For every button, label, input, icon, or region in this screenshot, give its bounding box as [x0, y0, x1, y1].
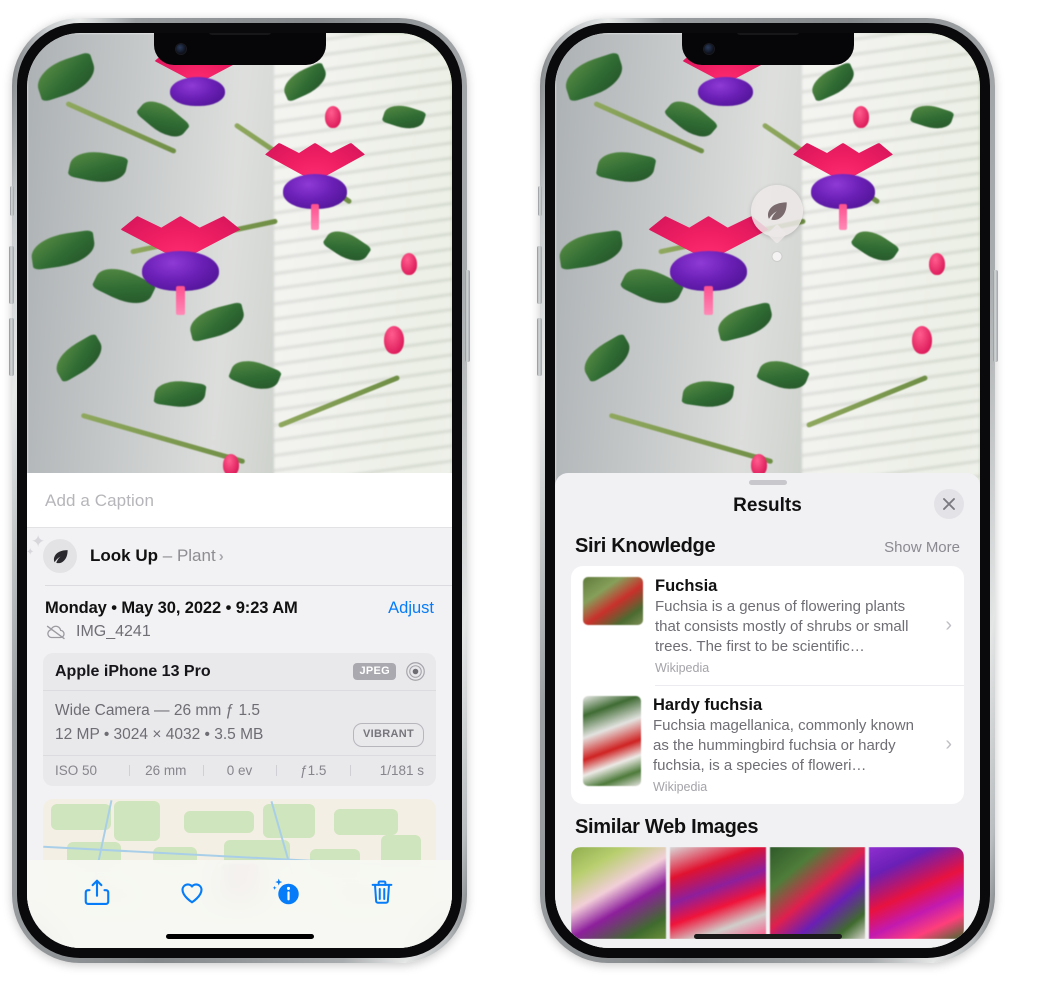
file-name: IMG_4241	[76, 623, 151, 640]
close-icon	[943, 498, 955, 510]
earpiece-speaker	[208, 33, 271, 35]
info-sparkle-icon	[272, 878, 299, 905]
power-button[interactable]	[465, 270, 470, 362]
exif-stats: ISO 50 26 mm 0 ev ƒ1.5 1/181 s	[43, 756, 436, 786]
knowledge-description: Fuchsia magellanica, commonly known as t…	[653, 716, 914, 774]
exif-stat-focal: 26 mm	[128, 763, 203, 778]
format-badge: JPEG	[353, 663, 396, 680]
results-title: Results	[733, 495, 802, 516]
share-icon	[84, 879, 109, 905]
look-up-subject: Plant	[176, 546, 216, 565]
photo-info-sheet: Add a Caption ✦ ✦ Look Up – Plant › Mond…	[27, 473, 452, 948]
similar-web-image-1[interactable]	[571, 846, 667, 939]
home-indicator[interactable]	[165, 934, 314, 939]
heart-icon	[181, 883, 203, 904]
home-indicator-right[interactable]	[693, 934, 842, 939]
similar-web-image-3[interactable]	[769, 846, 865, 939]
trash-icon	[372, 880, 393, 904]
knowledge-source: Wikipedia	[653, 779, 708, 794]
exif-stat-aperture: ƒ1.5	[276, 763, 350, 778]
left-phone-bezel: Add a Caption ✦ ✦ Look Up – Plant › Mond…	[17, 23, 462, 958]
knowledge-source: Wikipedia	[655, 660, 710, 675]
badge-anchor-dot	[772, 252, 782, 261]
leaf-icon: ✦ ✦	[27, 533, 77, 573]
notch	[153, 33, 326, 65]
caption-field-row[interactable]: Add a Caption	[27, 473, 452, 528]
exif-stat-iso: ISO 50	[55, 763, 98, 779]
knowledge-title: Fuchsia	[655, 577, 718, 595]
exif-header-badges: JPEG	[353, 661, 426, 682]
aperture-icon	[406, 662, 425, 681]
knowledge-body: Hardy fuchsia Fuchsia magellanica, commo…	[653, 696, 929, 794]
volume-down-button-right[interactable]	[537, 318, 542, 376]
knowledge-item-hardy-fuchsia[interactable]: Hardy fuchsia Fuchsia magellanica, commo…	[571, 684, 964, 804]
right-phone-bezel: Results Siri Knowledge Show More Fuchsia…	[545, 23, 990, 958]
volume-down-button[interactable]	[9, 318, 14, 376]
siri-knowledge-card: Fuchsia Fuchsia is a genus of flowering …	[571, 566, 964, 804]
date-row: Monday • May 30, 2022 • 9:23 AM Adjust	[27, 586, 452, 618]
screenshot-stage: Add a Caption ✦ ✦ Look Up – Plant › Mond…	[0, 0, 1055, 985]
chevron-right-icon: ›	[218, 548, 224, 565]
earpiece-speaker-right	[736, 33, 799, 35]
results-sheet: Results Siri Knowledge Show More Fuchsia…	[555, 473, 980, 948]
exif-stat-shutter: 1/181 s	[350, 763, 424, 778]
volume-up-button[interactable]	[9, 246, 14, 304]
adjust-button[interactable]: Adjust	[388, 599, 434, 618]
cloud-slash-icon	[46, 625, 65, 640]
exif-stat-ev: 0 ev	[202, 763, 277, 778]
knowledge-item-fuchsia[interactable]: Fuchsia Fuchsia is a genus of flowering …	[571, 566, 964, 685]
knowledge-body: Fuchsia Fuchsia is a genus of flowering …	[655, 577, 929, 675]
caption-input[interactable]: Add a Caption	[45, 491, 434, 511]
similar-web-image-2[interactable]	[670, 846, 766, 939]
left-phone-device: Add a Caption ✦ ✦ Look Up – Plant › Mond…	[9, 18, 470, 963]
mute-switch[interactable]	[10, 186, 14, 216]
mute-switch-right[interactable]	[538, 186, 542, 216]
right-phone-device: Results Siri Knowledge Show More Fuchsia…	[537, 18, 998, 963]
look-up-text: Look Up	[90, 546, 158, 565]
camera-device-name: Apple iPhone 13 Pro	[55, 662, 211, 680]
similar-web-images-row	[571, 846, 964, 939]
photo-date: Monday • May 30, 2022 • 9:23 AM	[45, 599, 298, 617]
exif-card[interactable]: Apple iPhone 13 Pro JPEG Wide Camera — 2…	[43, 653, 436, 787]
close-button[interactable]	[934, 489, 964, 519]
lens-info: Wide Camera — 26 mm ƒ 1.5	[55, 702, 261, 719]
notch-right	[681, 33, 854, 65]
knowledge-thumbnail	[583, 577, 643, 625]
exif-header: Apple iPhone 13 Pro JPEG	[43, 653, 436, 691]
share-button[interactable]	[69, 872, 125, 912]
similar-web-images-title: Similar Web Images	[575, 815, 759, 838]
front-camera-icon-right	[703, 44, 714, 54]
favorite-button[interactable]	[164, 872, 220, 912]
size-info: 12 MP • 3024 × 4032 • 3.5 MB	[55, 726, 264, 744]
sparkle-small-icon: ✦	[27, 547, 35, 558]
similar-web-image-4[interactable]	[868, 846, 964, 939]
delete-button[interactable]	[354, 872, 410, 912]
visual-look-up-badge[interactable]	[751, 185, 803, 261]
volume-up-button-right[interactable]	[537, 246, 542, 304]
knowledge-thumbnail	[583, 695, 641, 786]
look-up-label: Look Up – Plant ›	[90, 546, 224, 566]
chevron-right-icon: ›	[945, 614, 952, 637]
front-camera-icon	[175, 44, 186, 54]
size-info-row: 12 MP • 3024 × 4032 • 3.5 MB VIBRANT	[55, 723, 424, 748]
look-up-dash: –	[162, 546, 173, 565]
exif-body: Wide Camera — 26 mm ƒ 1.5 12 MP • 3024 ×…	[43, 691, 436, 757]
results-header: Results	[555, 485, 980, 523]
file-row: IMG_4241	[27, 618, 452, 653]
info-button[interactable]	[259, 872, 315, 912]
right-phone-screen: Results Siri Knowledge Show More Fuchsia…	[555, 33, 980, 948]
siri-knowledge-title: Siri Knowledge	[575, 535, 716, 557]
chevron-right-icon: ›	[945, 733, 952, 756]
left-phone-screen: Add a Caption ✦ ✦ Look Up – Plant › Mond…	[27, 33, 452, 948]
siri-knowledge-header: Siri Knowledge Show More	[555, 523, 980, 566]
look-up-row[interactable]: ✦ ✦ Look Up – Plant ›	[27, 528, 452, 586]
show-more-button[interactable]: Show More	[884, 539, 960, 556]
photographic-style-badge: VIBRANT	[353, 723, 424, 748]
knowledge-title: Hardy fuchsia	[653, 695, 763, 714]
knowledge-description: Fuchsia is a genus of flowering plants t…	[655, 598, 909, 655]
similar-web-images-header: Similar Web Images	[555, 804, 980, 847]
power-button-right[interactable]	[993, 270, 998, 362]
